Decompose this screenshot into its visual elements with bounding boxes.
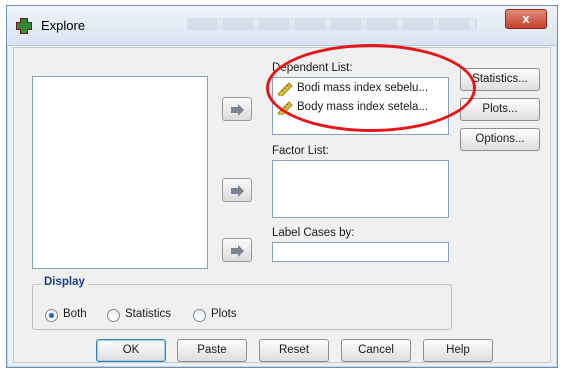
scale-ruler-icon [277, 101, 293, 115]
display-group: Display Both Statistics Plots [32, 276, 452, 330]
dialog-body: Dependent List: Bodi mass index sebelu..… [13, 44, 551, 363]
close-button[interactable]: x [505, 9, 547, 29]
explore-dialog: Explore x Dependent List: Bodi mass inde… [6, 5, 558, 368]
factor-list-label: Factor List: [272, 145, 329, 157]
options-button[interactable]: Options... [460, 128, 540, 151]
move-to-factor-button[interactable] [222, 178, 252, 202]
scale-ruler-icon [277, 82, 293, 96]
move-to-dependent-button[interactable] [222, 97, 252, 121]
source-variable-list[interactable] [32, 76, 208, 269]
radio-plots[interactable] [193, 309, 206, 322]
radio-statistics-label[interactable]: Statistics [125, 308, 171, 320]
app-icon [16, 18, 32, 34]
cancel-button[interactable]: Cancel [341, 339, 411, 362]
plots-button[interactable]: Plots... [460, 98, 540, 121]
radio-both[interactable] [45, 309, 58, 322]
label-cases-label: Label Cases by: [272, 227, 355, 239]
statistics-button[interactable]: Statistics... [460, 68, 540, 91]
dependent-list[interactable]: Bodi mass index sebelu... Body mass inde… [272, 77, 449, 135]
radio-statistics[interactable] [107, 309, 120, 322]
display-group-title: Display [41, 276, 88, 288]
radio-both-label[interactable]: Both [63, 308, 87, 320]
window-title: Explore [41, 18, 86, 33]
factor-list[interactable] [272, 160, 449, 218]
list-item-label: Body mass index setela... [297, 101, 429, 113]
move-to-label-cases-button[interactable] [222, 238, 252, 262]
dependent-list-label: Dependent List: [272, 62, 353, 74]
title-blur [187, 18, 477, 30]
list-item-label: Bodi mass index sebelu... [297, 82, 429, 94]
right-arrow-icon [231, 245, 244, 257]
radio-plots-label[interactable]: Plots [211, 308, 237, 320]
right-arrow-icon [231, 185, 244, 197]
paste-button[interactable]: Paste [177, 339, 247, 362]
ok-button[interactable]: OK [96, 339, 166, 362]
label-cases-field[interactable] [272, 242, 449, 262]
help-button[interactable]: Help [423, 339, 493, 362]
right-arrow-icon [231, 104, 244, 116]
title-bar: Explore x [7, 6, 557, 46]
reset-button[interactable]: Reset [259, 339, 329, 362]
